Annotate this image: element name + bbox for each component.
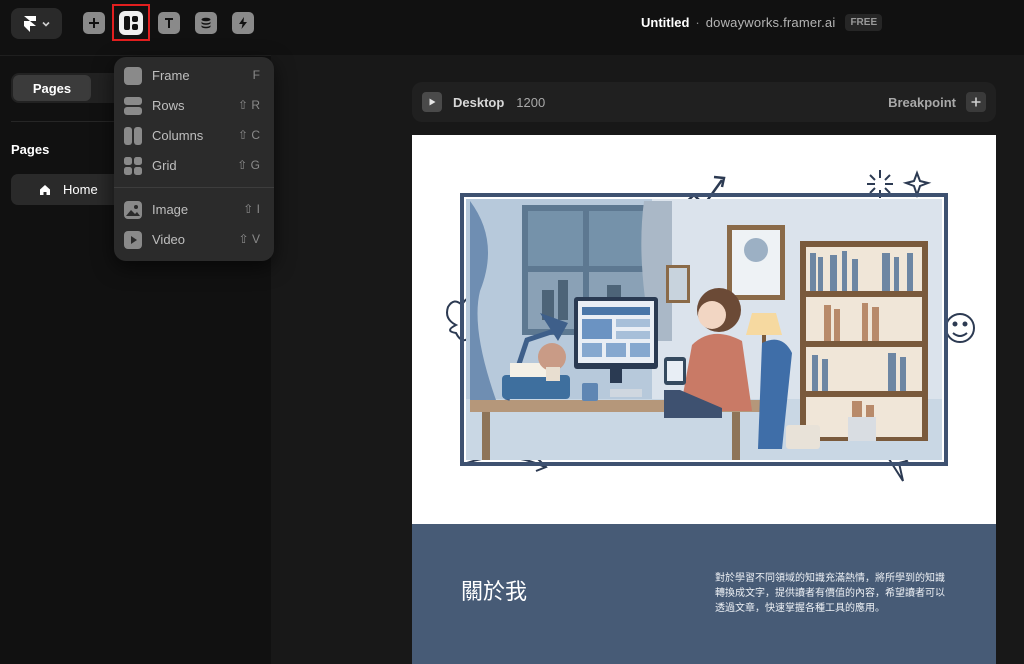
breakpoint-label: Breakpoint xyxy=(888,94,956,110)
text-button[interactable] xyxy=(158,12,180,34)
menu-item-shortcut: ⇧ V xyxy=(238,232,260,246)
layout-button[interactable] xyxy=(112,4,150,41)
title-separator: · xyxy=(695,15,700,30)
lightning-icon xyxy=(239,17,247,29)
pages-section-title: Pages xyxy=(11,142,50,157)
project-title[interactable]: Untitled xyxy=(641,15,689,30)
chevron-down-icon xyxy=(41,21,50,27)
plan-badge: FREE xyxy=(845,14,883,31)
menu-item-label: Image xyxy=(152,202,189,217)
page-item-label: Home xyxy=(63,182,98,197)
menu-item-label: Rows xyxy=(152,98,185,113)
about-title[interactable]: 關於我 xyxy=(461,574,527,606)
menu-item-frame[interactable]: Frame F xyxy=(114,63,274,89)
columns-icon xyxy=(124,127,142,145)
desktop-frame[interactable]: 關於我 對於學習不同領域的知識充滿熱情，將所學到的知識轉換成文字，提供讀者有價值… xyxy=(412,135,996,664)
menu-item-label: Columns xyxy=(152,128,204,143)
text-icon xyxy=(165,18,173,28)
menu-item-rows[interactable]: Rows ⇧ R xyxy=(114,93,274,119)
menu-item-shortcut: F xyxy=(252,68,260,82)
insert-button[interactable] xyxy=(83,12,105,34)
menu-item-video[interactable]: Video ⇧ V xyxy=(114,227,274,253)
menu-item-label: Video xyxy=(152,232,186,247)
plus-icon xyxy=(89,18,99,28)
plus-icon xyxy=(971,97,981,107)
layout-icon xyxy=(124,15,138,30)
frame-icon xyxy=(124,67,142,85)
breakpoint-width: 1200 xyxy=(516,94,546,110)
cms-button[interactable] xyxy=(195,12,217,34)
menu-divider xyxy=(114,187,274,188)
video-icon xyxy=(124,231,142,249)
breakpoint-bar: Desktop 1200 Breakpoint xyxy=(412,82,996,122)
database-icon xyxy=(201,17,211,29)
canvas[interactable]: Desktop 1200 Breakpoint 關於我 對於學習不同領域的知識充… xyxy=(271,55,1024,664)
menu-item-shortcut: ⇧ G xyxy=(237,158,260,172)
grid-icon xyxy=(124,157,142,175)
about-section[interactable]: 關於我 對於學習不同領域的知識充滿熱情，將所學到的知識轉換成文字，提供讀者有價值… xyxy=(412,524,996,664)
interactions-button[interactable] xyxy=(232,12,254,34)
breakpoint-name[interactable]: Desktop xyxy=(453,95,504,110)
framer-menu-button[interactable] xyxy=(11,8,62,39)
project-domain[interactable]: dowayworks.framer.ai xyxy=(706,15,836,30)
home-icon xyxy=(40,184,50,195)
menu-item-label: Grid xyxy=(152,158,177,173)
menu-item-image[interactable]: Image ⇧ I xyxy=(114,197,274,223)
framer-logo-icon xyxy=(23,15,36,32)
image-icon xyxy=(124,201,142,219)
menu-item-shortcut: ⇧ R xyxy=(237,98,260,112)
add-breakpoint-button[interactable] xyxy=(966,92,986,112)
menu-item-label: Frame xyxy=(152,68,190,83)
about-text[interactable]: 對於學習不同領域的知識充滿熱情，將所學到的知識轉換成文字，提供讀者有價值的內容，… xyxy=(715,571,951,616)
menu-item-columns[interactable]: Columns ⇧ C xyxy=(114,123,274,149)
top-toolbar: Untitled · dowayworks.framer.ai FREE xyxy=(0,0,1024,46)
rows-icon xyxy=(124,97,142,115)
menu-item-grid[interactable]: Grid ⇧ G xyxy=(114,153,274,179)
project-title-area[interactable]: Untitled · dowayworks.framer.ai FREE xyxy=(641,14,883,31)
layout-menu: Frame F Rows ⇧ R Columns ⇧ C Grid ⇧ G Im… xyxy=(114,57,274,261)
hero-illustration[interactable] xyxy=(412,135,996,524)
play-icon xyxy=(429,98,436,106)
menu-item-shortcut: ⇧ C xyxy=(237,128,260,142)
preview-button[interactable] xyxy=(422,92,442,112)
tab-pages[interactable]: Pages xyxy=(13,75,91,101)
menu-item-shortcut: ⇧ I xyxy=(243,202,260,216)
